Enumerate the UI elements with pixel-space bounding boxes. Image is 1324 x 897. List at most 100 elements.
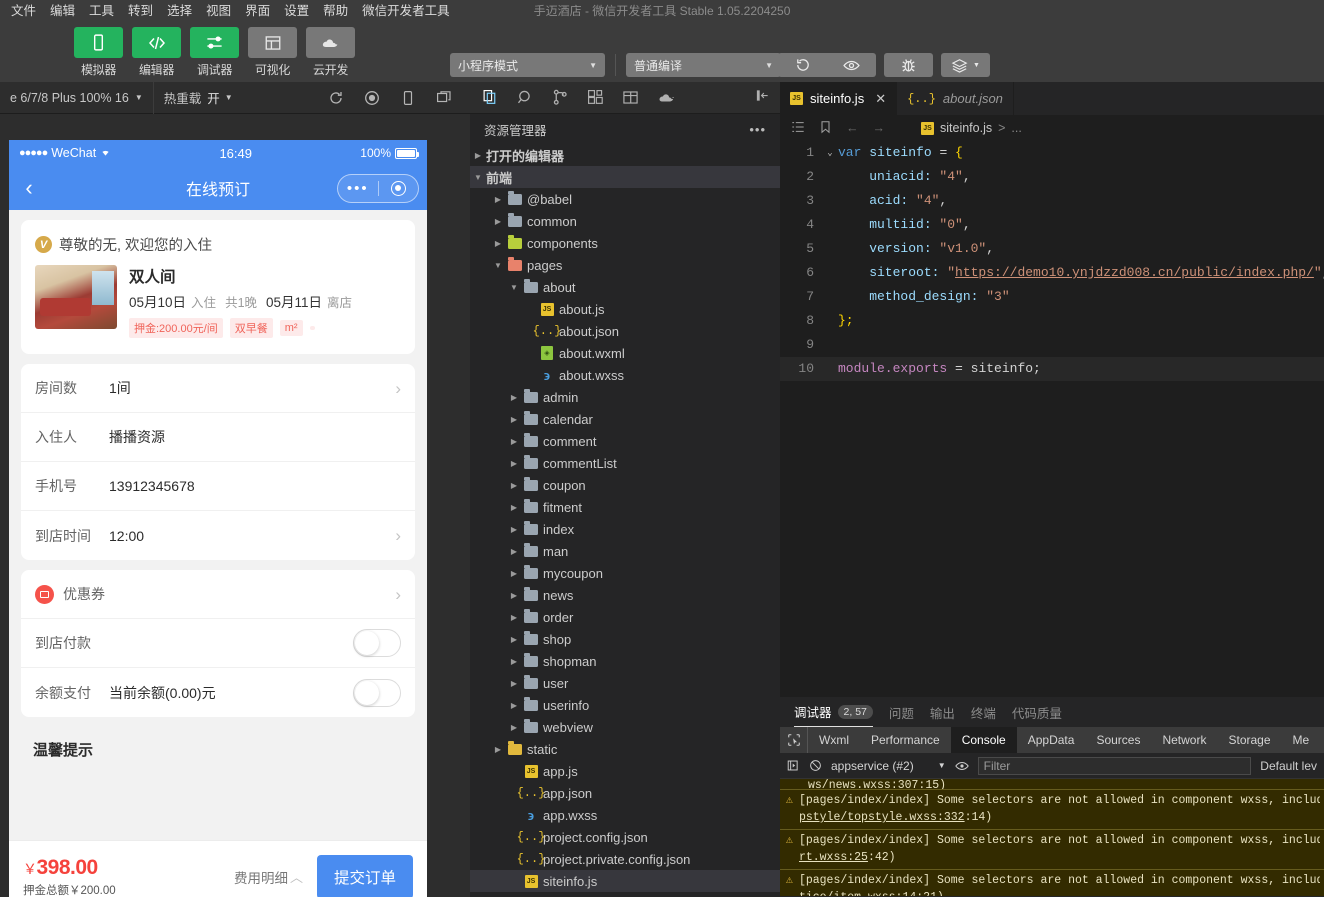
- editor-layout-icon[interactable]: [622, 89, 639, 106]
- tree-folder-mycoupon[interactable]: ▶mycoupon: [470, 562, 780, 584]
- chevron-right-icon[interactable]: ▶: [490, 195, 506, 204]
- form-row-value[interactable]: 13912345678: [109, 478, 401, 494]
- tree-file-app.json[interactable]: {..}app.json: [470, 782, 780, 804]
- fold-chevron-icon[interactable]: ⌄: [822, 141, 838, 165]
- console-filter-input[interactable]: Filter: [978, 757, 1252, 775]
- devtools-tab-appdata[interactable]: AppData: [1017, 727, 1086, 753]
- console-log-entry-2[interactable]: ⚠[pages/index/index] Some selectors are …: [780, 870, 1324, 896]
- tree-folder-pages[interactable]: ▼pages: [470, 254, 780, 276]
- tree-folder-@babel[interactable]: ▶@babel: [470, 188, 780, 210]
- tree-file-app.wxss[interactable]: ϶app.wxss: [470, 804, 780, 826]
- hotreload-select[interactable]: 热重载 开 ▼: [154, 82, 243, 114]
- tree-folder-index[interactable]: ▶index: [470, 518, 780, 540]
- menu-item-1[interactable]: 编辑: [43, 0, 82, 22]
- debugger-tab-调试器[interactable]: 调试器2, 57: [794, 697, 873, 727]
- coupon-row[interactable]: 优惠券 ›: [21, 570, 415, 619]
- tree-file-about.wxml[interactable]: ◈about.wxml: [470, 342, 780, 364]
- tree-folder-common[interactable]: ▶common: [470, 210, 780, 232]
- device-select[interactable]: e 6/7/8 Plus 100% 16 ▼: [0, 82, 154, 114]
- payment-toggle[interactable]: [353, 679, 401, 707]
- chevron-right-icon[interactable]: ▶: [506, 547, 522, 556]
- chevron-right-icon[interactable]: ▶: [506, 613, 522, 622]
- devtools-tab-sources[interactable]: Sources: [1085, 727, 1151, 753]
- chevron-right-icon[interactable]: ▶: [506, 569, 522, 578]
- chevron-right-icon[interactable]: ▶: [506, 679, 522, 688]
- tree-file-about.wxss[interactable]: ϶about.wxss: [470, 364, 780, 386]
- eye-icon[interactable]: [955, 759, 969, 773]
- mode-select[interactable]: 小程序模式 ▼: [450, 53, 605, 77]
- devtools-tab-wxml[interactable]: Wxml: [808, 727, 860, 753]
- editor-tab-siteinfo.js[interactable]: JSsiteinfo.js✕: [780, 82, 897, 115]
- tree-file-project.private.config.json[interactable]: {..}project.private.config.json: [470, 848, 780, 870]
- console-log-list[interactable]: ws/news.wxss:307:15) ⚠[pages/index/index…: [780, 779, 1324, 896]
- tree-file-app.js[interactable]: JSapp.js: [470, 760, 780, 782]
- debugger-tab-代码质量[interactable]: 代码质量: [1012, 697, 1062, 727]
- devtools-tab-network[interactable]: Network: [1151, 727, 1217, 753]
- breadcrumb[interactable]: JS siteinfo.js > ...: [921, 121, 1022, 135]
- tree-folder-webview[interactable]: ▶webview: [470, 716, 780, 738]
- toolbar-button-phone[interactable]: 模拟器: [74, 27, 123, 78]
- tree-file-siteinfo.js[interactable]: JSsiteinfo.js: [470, 870, 780, 892]
- menu-item-0[interactable]: 文件: [4, 0, 43, 22]
- debugger-tab-输出[interactable]: 输出: [930, 697, 955, 727]
- chevron-right-icon[interactable]: ▶: [506, 723, 522, 732]
- tree-folder-components[interactable]: ▶components: [470, 232, 780, 254]
- form-row-3[interactable]: 到店时间12:00›: [21, 511, 415, 560]
- form-row-0[interactable]: 房间数1间›: [21, 364, 415, 413]
- forward-arrow-icon[interactable]: →: [873, 121, 886, 135]
- devtools-tab-storage[interactable]: Storage: [1217, 727, 1281, 753]
- device-icon[interactable]: [400, 90, 416, 106]
- search-icon[interactable]: [517, 89, 534, 106]
- chevron-right-icon[interactable]: ▶: [506, 459, 522, 468]
- tree-folder-user[interactable]: ▶user: [470, 672, 780, 694]
- source-control-icon[interactable]: [552, 89, 569, 106]
- menu-item-2[interactable]: 工具: [82, 0, 121, 22]
- chevron-down-icon[interactable]: ▼: [506, 283, 522, 292]
- tree-folder-commentList[interactable]: ▶commentList: [470, 452, 780, 474]
- close-icon[interactable]: ✕: [875, 91, 886, 107]
- fee-detail-toggle[interactable]: 费用明细 ︿: [234, 867, 303, 887]
- outline-icon[interactable]: [791, 120, 805, 137]
- chevron-right-icon[interactable]: ▶: [506, 525, 522, 534]
- toolbar-button-cloud[interactable]: 云开发: [306, 27, 355, 78]
- chevron-right-icon[interactable]: ▶: [490, 239, 506, 248]
- code-content[interactable]: 1⌄var siteinfo = {2 uniacid: "4",3 acid:…: [780, 141, 1324, 381]
- chevron-right-icon[interactable]: ▶: [506, 437, 522, 446]
- menu-item-3[interactable]: 转到: [121, 0, 160, 22]
- window-icon[interactable]: [436, 90, 452, 106]
- files-icon[interactable]: [482, 89, 499, 106]
- compile-select[interactable]: 普通编译 ▼: [626, 53, 781, 77]
- tree-folder-static[interactable]: ▶static: [470, 738, 780, 760]
- tree-file-about.js[interactable]: JSabout.js: [470, 298, 780, 320]
- explorer-section-0[interactable]: ▶打开的编辑器: [470, 144, 780, 166]
- toolbar-button-layout[interactable]: 可视化: [248, 27, 297, 78]
- back-arrow-icon[interactable]: ←: [846, 121, 859, 135]
- menu-item-8[interactable]: 帮助: [316, 0, 355, 22]
- chevron-right-icon[interactable]: ▶: [506, 393, 522, 402]
- more-dots-icon[interactable]: •••: [338, 180, 378, 197]
- tree-file-project.config.json[interactable]: {..}project.config.json: [470, 826, 780, 848]
- tree-folder-admin[interactable]: ▶admin: [470, 386, 780, 408]
- refresh-icon[interactable]: [328, 90, 344, 106]
- console-context-select[interactable]: appservice (#2) ▼: [831, 759, 946, 773]
- tree-folder-news[interactable]: ▶news: [470, 584, 780, 606]
- chevron-right-icon[interactable]: ▶: [506, 635, 522, 644]
- toolbar-button-code[interactable]: 编辑器: [132, 27, 181, 78]
- cloud-debug-icon[interactable]: [657, 89, 675, 106]
- debugger-tab-问题[interactable]: 问题: [889, 697, 914, 727]
- console-log-entry-1[interactable]: ⚠[pages/index/index] Some selectors are …: [780, 830, 1324, 870]
- chevron-right-icon[interactable]: ▶: [506, 415, 522, 424]
- menu-item-7[interactable]: 设置: [277, 0, 316, 22]
- tree-file-about.json[interactable]: {..}about.json: [470, 320, 780, 342]
- tree-folder-shopman[interactable]: ▶shopman: [470, 650, 780, 672]
- devtools-tab-me[interactable]: Me: [1282, 727, 1321, 753]
- element-picker-icon[interactable]: [780, 727, 808, 753]
- tree-folder-calendar[interactable]: ▶calendar: [470, 408, 780, 430]
- tree-folder-shop[interactable]: ▶shop: [470, 628, 780, 650]
- chevron-right-icon[interactable]: ▶: [506, 503, 522, 512]
- collapse-panel-icon[interactable]: [755, 88, 780, 108]
- menu-item-5[interactable]: 视图: [199, 0, 238, 22]
- extensions-icon[interactable]: [587, 89, 604, 106]
- editor-tab-about.json[interactable]: {..}about.json: [897, 82, 1014, 115]
- menu-item-9[interactable]: 微信开发者工具: [355, 0, 457, 22]
